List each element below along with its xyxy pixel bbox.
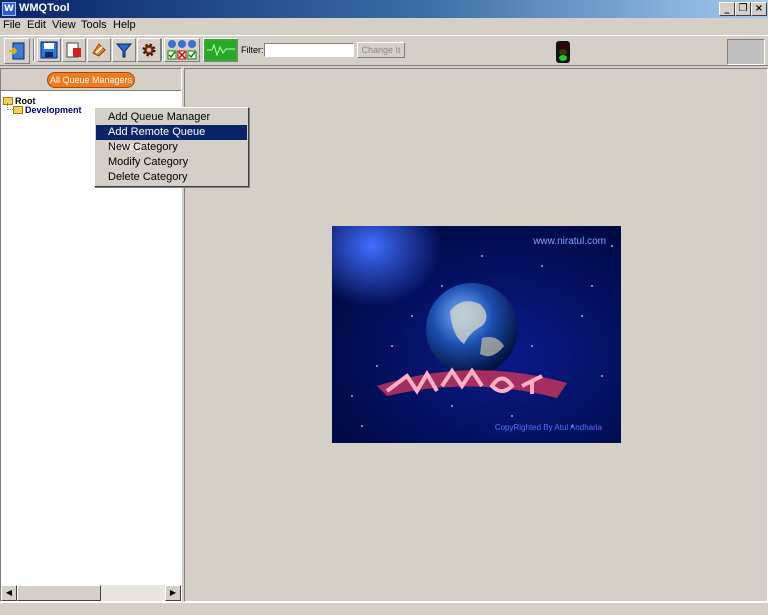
scrollbar-thumb[interactable] (17, 585, 101, 601)
toolbar-separator (33, 39, 35, 61)
app-icon: W (2, 2, 16, 16)
menu-help[interactable]: Help (112, 19, 137, 31)
toolbar: Filter: Change It (0, 35, 768, 66)
filter-icon (115, 43, 133, 58)
close-button[interactable]: × (751, 2, 767, 16)
tree-pane-header: All Queue Managers (1, 69, 181, 91)
wmqtool-logo-icon (377, 367, 567, 398)
status-lights-icon (167, 40, 197, 60)
filter-label: Filter: (241, 45, 264, 55)
settings-button[interactable] (137, 38, 161, 62)
menu-item-add-queue-manager[interactable]: Add Queue Manager (96, 110, 247, 125)
menu-view[interactable]: View (51, 19, 77, 31)
menu-edit[interactable]: Edit (26, 19, 47, 31)
monitor-button[interactable] (203, 38, 238, 62)
menu-bar: File Edit View Tools Help (0, 18, 768, 35)
exit-icon (9, 42, 25, 60)
folder-icon (13, 106, 23, 114)
tree-node-development[interactable]: Development (13, 105, 82, 115)
refresh-button[interactable] (87, 38, 111, 62)
title-bar: W WMQTool _ ❐ × (0, 0, 768, 18)
panel-icon[interactable] (727, 39, 765, 65)
status-bar (0, 602, 768, 615)
restore-button[interactable]: ❐ (735, 2, 751, 16)
report-icon (66, 42, 81, 58)
menu-item-new-category[interactable]: New Category (96, 140, 247, 155)
menu-item-modify-category[interactable]: Modify Category (96, 155, 247, 170)
main-pane: www.niratul.com CopyRighted By Atul Andh… (184, 68, 768, 602)
horizontal-scrollbar[interactable]: ◀ ▶ (1, 585, 181, 601)
splash-image: www.niratul.com CopyRighted By Atul Andh… (332, 226, 621, 443)
scroll-left-icon[interactable]: ◀ (1, 585, 17, 601)
splash-url: www.niratul.com (533, 236, 606, 247)
refresh-icon (92, 43, 106, 57)
save-button[interactable] (37, 38, 61, 62)
all-queue-managers-button[interactable]: All Queue Managers (47, 72, 135, 88)
filter-button[interactable] (112, 38, 136, 62)
window-title: WMQTool (19, 2, 70, 14)
exit-button[interactable] (4, 38, 30, 64)
scroll-right-icon[interactable]: ▶ (165, 585, 181, 601)
tree-node-label: Development (25, 105, 82, 115)
minimize-button[interactable]: _ (719, 2, 735, 16)
context-menu: Add Queue Manager Add Remote Queue Manag… (94, 107, 249, 187)
settings-icon (142, 43, 156, 57)
traffic-light-icon (556, 41, 570, 63)
menu-item-delete-category[interactable]: Delete Category (96, 170, 247, 185)
menu-item-add-remote-queue-manager[interactable]: Add Remote Queue Manager (96, 125, 247, 153)
monitor-icon (205, 41, 236, 59)
save-icon (40, 41, 58, 59)
status-lights-button[interactable] (164, 38, 200, 62)
report-button[interactable] (62, 38, 86, 62)
splash-copyright: CopyRighted By Atul Andharia (494, 423, 602, 432)
menu-tools[interactable]: Tools (80, 19, 108, 31)
toolbar-separator (161, 39, 163, 61)
change-it-button[interactable]: Change It (357, 42, 405, 58)
menu-file[interactable]: File (2, 19, 22, 31)
filter-input[interactable] (264, 43, 354, 57)
